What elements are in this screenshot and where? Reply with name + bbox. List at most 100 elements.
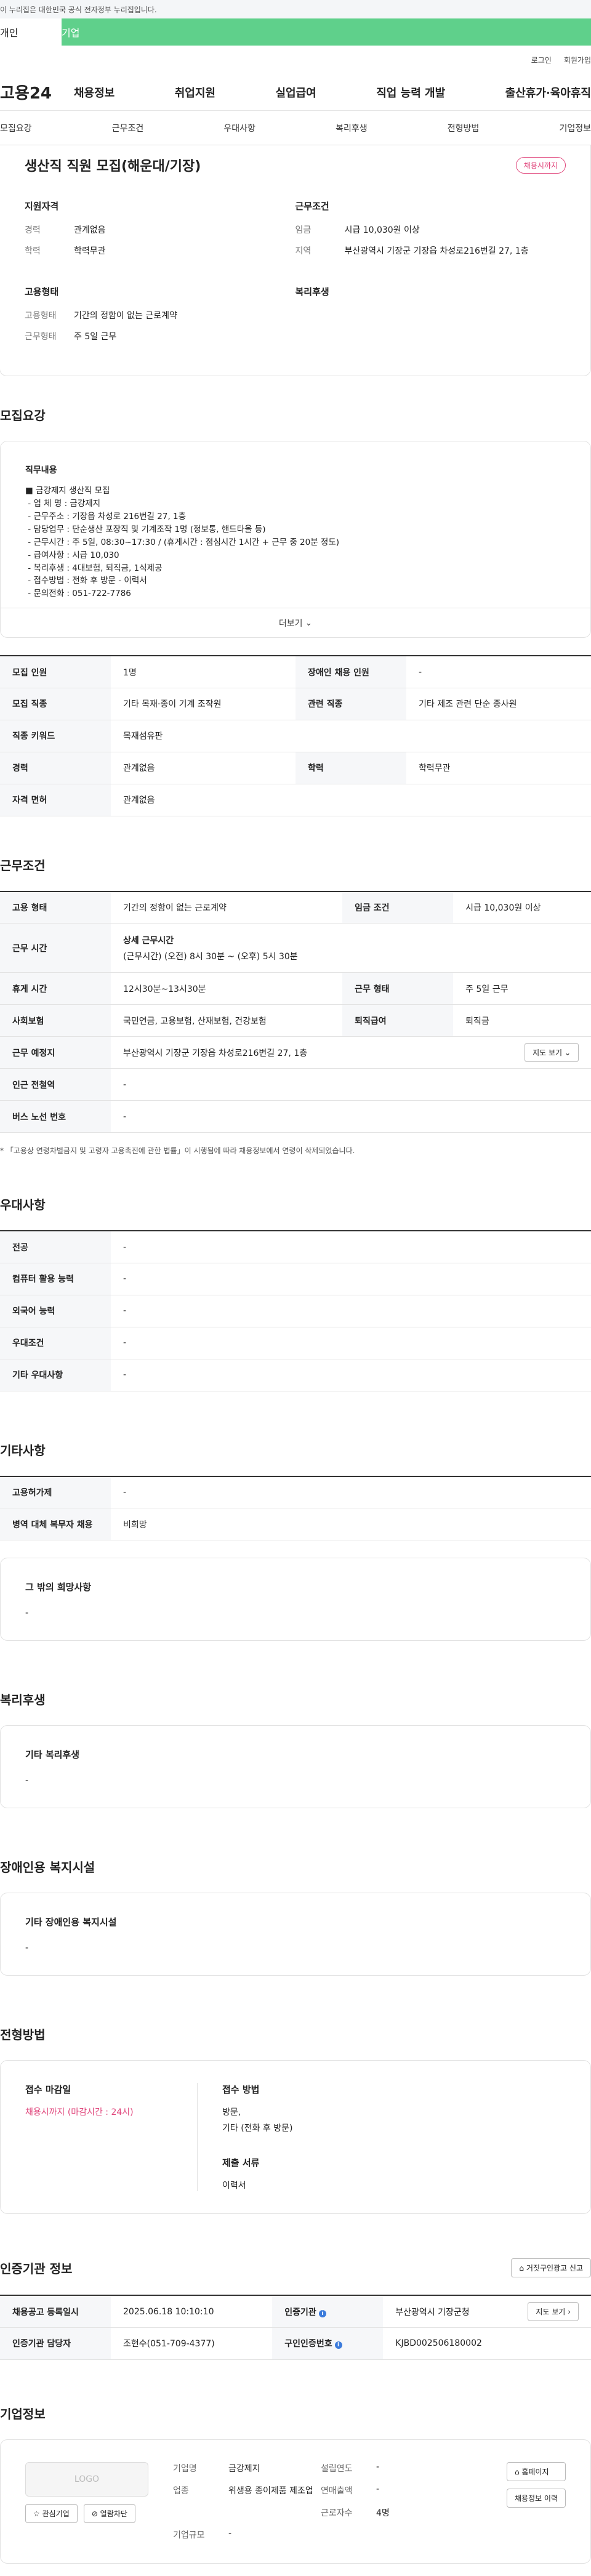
subnav-recruit[interactable]: 모집요강 [0, 122, 32, 134]
table-row: 근무 시간 상세 근무시간 (근무시간) (오전) 8시 30분 ~ (오후) 5시… [0, 923, 591, 973]
gnb-item-employment-support[interactable]: 취업지원 [175, 84, 215, 100]
subnav-welfare[interactable]: 복리후생 [336, 122, 368, 134]
tab-personal[interactable]: 개인 [0, 18, 62, 46]
info-icon[interactable]: i [318, 2309, 326, 2317]
company-name: 금강제지 [228, 2463, 260, 2474]
recruit-table: 모집 인원 1명 장애인 채용 인원 - 모집 직종 기타 목재·종이 기계 조작원 관련… [0, 655, 591, 816]
duty-text: ■ 금강제지 생산직 모집 - 업 체 명 : 금강제지 - 근무주소 : 기장… [25, 486, 340, 599]
duty-box: 직무내용 ■ 금강제지 생산직 모집 - 업 체 명 : 금강제지 - 근무주소… [0, 441, 591, 638]
homepage-button[interactable]: ⌂ 홈페이지 [506, 2461, 566, 2481]
map-button[interactable]: 지도 보기 ⌄ [525, 1043, 579, 1063]
emp-type-label: 고용형태 [25, 311, 57, 321]
career-label: 경력 [25, 225, 41, 235]
emp-type-value: 기간의 정함이 없는 근로계약 [74, 311, 177, 321]
job-summary-card: 생산직 직원 모집(해운대/기장) 채용시까지 지원자격 경력 관계없음 학력 학력… [0, 145, 591, 376]
info-icon[interactable]: i [334, 2341, 342, 2349]
more-button[interactable]: 더보기 ⌄ [1, 608, 590, 637]
table-row: 전공 - [0, 1230, 591, 1263]
agency-map-button[interactable]: 지도 보기 › [528, 2302, 579, 2322]
gnb-item-skills[interactable]: 직업 능력 개발 [376, 84, 445, 100]
table-row: 사회보험 국민연금, 고용보험, 산재보험, 건강보험 퇴직급여 퇴직금 [0, 1004, 591, 1037]
pref-table: 전공 - 컴퓨터 활용 능력 - 외국어 능력 - 우대조건 - 기타 우대사항 - [0, 1230, 591, 1391]
fav-company-button[interactable]: ☆ 관심기업 [25, 2503, 78, 2523]
other-wishes-value: - [25, 1608, 29, 1619]
report-button[interactable]: ⌂ 거짓구인광고 신고 [511, 2258, 591, 2278]
global-nav: 고용24 채용정보 취업지원 실업급여 직업 능력 개발 출산휴가·육아휴직 [0, 74, 591, 111]
company-info: 기업명 금강제지 설립연도 - 업종 위생용 종이제품 제조업 연매출액 - 근로자수 4… [173, 2461, 390, 2540]
cert-section: 인증기관 정보 ⌂ 거짓구인광고 신고 채용공고 등록일시 2025.06.18 … [0, 2214, 591, 2360]
process-heading: 전형방법 [0, 2027, 46, 2043]
etc-table: 고용허가제 - 병역 대체 복무자 채용 비희망 [0, 1475, 591, 1541]
gov-notice-text: 이 누리집은 대한민국 공식 전자정부 누리집입니다. [0, 5, 157, 14]
job-title: 생산직 직원 모집(해운대/기장) [25, 159, 201, 174]
docs-value: 이력서 [222, 2181, 246, 2191]
welfare-box: 기타 복리후생 - [0, 1725, 591, 1809]
gnb-item-leave[interactable]: 출산휴가·육아휴직 [505, 84, 591, 100]
emp-heading: 고용형태 [25, 286, 59, 297]
subnav-conditions[interactable]: 근무조건 [112, 122, 144, 134]
etc-section: 기타사항 고용허가제 - 병역 대체 복무자 채용 비희망 그 밖의 희망사항 - [0, 1391, 591, 1641]
edu-label: 학력 [25, 246, 41, 256]
table-row: 컴퓨터 활용 능력 - [0, 1263, 591, 1295]
block-icon: ⊘ [91, 2509, 98, 2518]
region-value: 부산광역시 기장군 기장읍 차성로216번길 27, 1층 [344, 246, 529, 256]
table-row: 모집 직종 기타 목재·종이 기계 조작원 관련 직종 기타 제조 관련 단순 종사원 [0, 688, 591, 720]
section-nav: 모집요강 근무조건 우대사항 복리후생 전형방법 기업정보 [0, 111, 591, 145]
location-value: 부산광역시 기장군 기장읍 차성로216번길 27, 1층 [123, 1048, 308, 1058]
table-row: 직종 키워드 목재섬유판 [0, 720, 591, 752]
disabled-heading: 장애인용 복지시설 [0, 1860, 95, 1875]
table-row: 병역 대체 복무자 채용 비희망 [0, 1508, 591, 1541]
method-value-2: 기타 (전화 후 방문) [222, 2123, 293, 2134]
auth-links: 로그인 회원가입 [0, 46, 591, 74]
age-note: * 「고용상 연령차별금지 및 고령자 고용촉진에 관한 법률」이 시행됨에 따… [0, 1146, 355, 1156]
table-row: 인근 전철역 - [0, 1068, 591, 1101]
duty-heading: 직무내용 [25, 465, 57, 475]
method-value: 방문, [222, 2107, 241, 2118]
login-link[interactable]: 로그인 [531, 55, 552, 65]
career-value: 관계없음 [74, 225, 106, 235]
cert-table: 채용공고 등록일시 2025.06.18 10:10:10 인증기관 i 부산광역시 기… [0, 2295, 591, 2360]
welfare-summary-heading: 복리후생 [295, 286, 329, 297]
work-table: 고용 형태 기간의 정함이 없는 근로계약 임금 조건 시급 10,030원 이상 근… [0, 890, 591, 1133]
pref-section: 우대사항 전공 - 컴퓨터 활용 능력 - 외국어 능력 - 우대조건 - 기타 우대사… [0, 1156, 591, 1391]
star-icon: ☆ [33, 2509, 40, 2518]
subnav-company[interactable]: 기업정보 [559, 122, 591, 134]
hire-history-button[interactable]: 채용정보 이력 [506, 2488, 566, 2508]
signup-link[interactable]: 회원가입 [564, 55, 591, 65]
home-icon: ⌂ [519, 2264, 525, 2273]
other-wishes-title: 그 밖의 희망사항 [25, 1582, 92, 1593]
tab-business[interactable]: 기업 [62, 18, 104, 46]
agency-value: 부산광역시 기장군청 [395, 2307, 470, 2317]
cond-heading: 근무조건 [295, 201, 329, 212]
deadline-badge: 채용시까지 [515, 156, 566, 174]
table-row: 버스 노선 번호 - [0, 1100, 591, 1133]
hours-value: (근무시간) (오전) 8시 30분 ~ (오후) 5시 30분 [123, 951, 298, 962]
deadline-title: 접수 마감일 [25, 2084, 71, 2096]
company-industry: 위생용 종이제품 제조업 [228, 2485, 313, 2496]
table-row: 경력 관계없음 학력 학력무관 [0, 752, 591, 784]
wage-label: 임금 [295, 225, 312, 235]
disabled-section: 장애인용 복지시설 기타 장애인용 복지시설 - [0, 1808, 591, 1976]
site-logo[interactable]: 고용24 [0, 81, 74, 103]
table-row: 고용 형태 기간의 정함이 없는 근로계약 임금 조건 시급 10,030원 이상 [0, 890, 591, 924]
disabled-value: - [25, 1943, 29, 1954]
edu-value: 학력무관 [74, 246, 106, 256]
gnb-item-unemployment-benefit[interactable]: 실업급여 [276, 84, 316, 100]
subnav-preferences[interactable]: 우대사항 [223, 122, 255, 134]
recruit-section: 모집요강 직무내용 ■ 금강제지 생산직 모집 - 업 체 명 : 금강제지 -… [0, 376, 591, 816]
company-box: LOGO ☆ 관심기업 ⊘ 열람차단 기업명 금강제지 설립연도 - 업종 위생용 종… [0, 2439, 591, 2564]
etc-heading: 기타사항 [0, 1443, 46, 1458]
disabled-title: 기타 장애인용 복지시설 [25, 1917, 117, 1928]
subnav-process[interactable]: 전형방법 [448, 122, 480, 134]
method-title: 접수 방법 [222, 2084, 260, 2096]
table-row: 우대조건 - [0, 1327, 591, 1359]
table-row: 채용공고 등록일시 2025.06.18 10:10:10 인증기관 i 부산광역시 기… [0, 2295, 591, 2328]
gnb-item-jobs[interactable]: 채용정보 [74, 84, 115, 100]
welfare-heading: 복리후생 [0, 1693, 46, 1708]
table-row: 휴게 시간 12시30분~13시30분 근무 형태 주 5일 근무 [0, 972, 591, 1005]
block-view-button[interactable]: ⊘ 열람차단 [83, 2503, 135, 2523]
welfare-title: 기타 복리후생 [25, 1749, 80, 1761]
welfare-section: 복리후생 기타 복리후생 - [0, 1641, 591, 1809]
wage-value: 시급 10,030원 이상 [344, 225, 420, 235]
company-section: 기업정보 LOGO ☆ 관심기업 ⊘ 열람차단 기업명 금강제지 설립연도 - 업종… [0, 2360, 591, 2576]
